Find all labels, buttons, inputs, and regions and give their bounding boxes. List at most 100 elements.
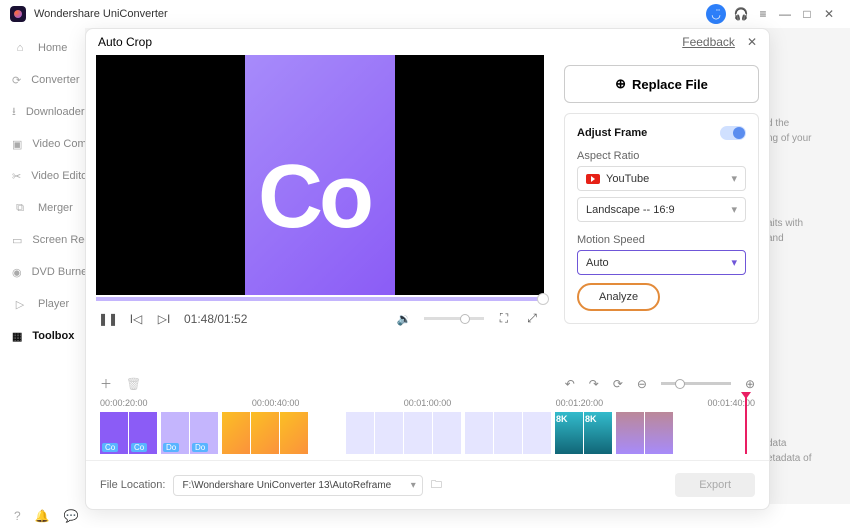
playback-controls: ❚❚ I◁ ▷I 01:48/01:52 🔉 ⛶ ⤢ (96, 301, 544, 336)
clip-thumb[interactable] (404, 412, 432, 454)
clip-thumb[interactable] (494, 412, 522, 454)
video-preview[interactable]: Co (96, 55, 544, 295)
refresh-button[interactable]: ⟳ (613, 377, 623, 391)
auto-crop-modal: Auto Crop Feedback ✕ Co ❚❚ I◁ ▷I 01:48/0… (85, 28, 770, 510)
playhead[interactable] (745, 392, 747, 454)
export-button[interactable]: Export (675, 473, 755, 497)
next-frame-button[interactable]: ▷I (156, 312, 172, 326)
delete-clip-button[interactable]: 🗑 (126, 377, 141, 391)
ratio-select[interactable]: Landscape -- 16:9 ▾ (577, 197, 746, 222)
aspect-ratio-label: Aspect Ratio (577, 150, 746, 162)
close-button[interactable]: ✕ (818, 3, 840, 25)
analyze-button[interactable]: Analyze (577, 283, 660, 311)
merge-icon: ⧉ (12, 200, 28, 216)
modal-close-button[interactable]: ✕ (747, 35, 757, 49)
scrubber[interactable] (96, 297, 544, 301)
clip-thumb[interactable] (645, 412, 673, 454)
scissors-icon: ✂ (12, 168, 21, 184)
headset-icon[interactable]: 🎧 (730, 3, 752, 25)
crop-frame[interactable]: Co (245, 55, 395, 295)
sidebar-item-converter[interactable]: ⟳Converter (0, 64, 85, 96)
help-icon[interactable]: ? (14, 509, 21, 523)
chevron-down-icon: ▾ (411, 480, 416, 491)
sidebar-item-toolbox[interactable]: ▦Toolbox (0, 320, 85, 352)
redo-button[interactable]: ↷ (589, 377, 599, 391)
clip-thumb[interactable] (375, 412, 403, 454)
timeline[interactable]: 00:00:20:00 00:00:40:00 00:01:00:00 00:0… (86, 392, 769, 460)
sidebar-item-downloader[interactable]: ⭳ Downloader (0, 96, 85, 128)
sidebar-item-home[interactable]: ⌂Home (0, 32, 85, 64)
snapshot-button[interactable]: ⛶ (496, 311, 512, 326)
motion-speed-select[interactable]: Auto ▾ (577, 250, 746, 275)
sidebar-item-merger[interactable]: ⧉ Merger (0, 192, 85, 224)
app-logo-icon (10, 6, 26, 22)
modal-header: Auto Crop Feedback ✕ (86, 29, 769, 55)
youtube-icon (586, 174, 600, 184)
sidebar-item-label: Downloader (26, 106, 85, 118)
toolbox-icon: ▦ (12, 328, 22, 344)
clip-thumb[interactable] (465, 412, 493, 454)
sidebar-item-editor[interactable]: ✂Video Editor (0, 160, 85, 192)
zoom-out-button[interactable]: ⊖ (637, 377, 647, 391)
clip-thumb[interactable] (222, 412, 250, 454)
browse-folder-button[interactable]: 🗀 (431, 476, 442, 495)
message-icon[interactable]: 💬 (64, 509, 79, 523)
zoom-slider[interactable] (661, 382, 731, 385)
adjust-frame-panel: Adjust Frame Aspect Ratio YouTube ▾ Land… (564, 113, 759, 324)
sidebar-item-label: Player (38, 298, 69, 310)
modal-title: Auto Crop (98, 35, 152, 49)
sidebar-item-label: Converter (31, 74, 79, 86)
clip-thumb[interactable]: Co (100, 412, 128, 454)
add-clip-button[interactable]: ＋ (100, 375, 112, 392)
time-mark: 00:01:20:00 (556, 398, 604, 408)
clip-thumb[interactable] (280, 412, 308, 454)
user-avatar-icon[interactable]: ◡̈ (706, 4, 726, 24)
home-icon: ⌂ (12, 40, 28, 56)
clip-thumb[interactable]: Do (190, 412, 218, 454)
preview-content: Co (258, 146, 370, 249)
feedback-link[interactable]: Feedback (682, 35, 735, 49)
clip-thumb[interactable]: 8K (584, 412, 612, 454)
clip-thumb[interactable] (346, 412, 374, 454)
plus-icon: ⊕ (615, 76, 626, 92)
platform-select[interactable]: YouTube ▾ (577, 166, 746, 191)
undo-button[interactable]: ↶ (565, 377, 575, 391)
chevron-down-icon: ▾ (731, 256, 737, 269)
platform-value: YouTube (606, 173, 649, 185)
bell-icon[interactable]: 🔔 (35, 509, 50, 523)
maximize-button[interactable]: □ (796, 3, 818, 25)
fullscreen-button[interactable]: ⤢ (524, 311, 540, 326)
sidebar-item-compressor[interactable]: ▣Video Compressor (0, 128, 85, 160)
motion-speed-label: Motion Speed (577, 234, 746, 246)
minimize-button[interactable]: — (774, 3, 796, 25)
zoom-in-button[interactable]: ⊕ (745, 377, 755, 391)
hamburger-icon[interactable]: ≡ (752, 3, 774, 25)
clip-thumb[interactable]: Co (129, 412, 157, 454)
replace-file-button[interactable]: ⊕ Replace File (564, 65, 759, 103)
download-icon: ⭳ (12, 104, 16, 120)
settings-panel: ⊕ Replace File Adjust Frame Aspect Ratio… (554, 55, 769, 371)
app-title: Wondershare UniConverter (34, 8, 168, 20)
clip-thumb[interactable] (523, 412, 551, 454)
prev-frame-button[interactable]: I◁ (128, 312, 144, 326)
screen-icon: ▭ (12, 232, 22, 248)
chevron-down-icon: ▾ (731, 203, 737, 216)
sidebar-item-dvd[interactable]: ◉DVD Burner (0, 256, 85, 288)
clip-thumb[interactable] (433, 412, 461, 454)
time-mark: 00:00:20:00 (100, 398, 148, 408)
volume-icon[interactable]: 🔉 (396, 312, 412, 326)
timeline-ruler: 00:00:20:00 00:00:40:00 00:01:00:00 00:0… (100, 398, 755, 408)
clip-thumb[interactable]: Do (161, 412, 189, 454)
sidebar-item-recorder[interactable]: ▭Screen Recorder (0, 224, 85, 256)
time-mark: 00:01:40:00 (707, 398, 755, 408)
sidebar-item-player[interactable]: ▷Player (0, 288, 85, 320)
clip-thumb[interactable] (616, 412, 644, 454)
adjust-frame-toggle[interactable] (720, 126, 746, 140)
sidebar-item-label: Merger (38, 202, 73, 214)
clip-thumb[interactable]: 8K (555, 412, 583, 454)
clip-thumb[interactable] (251, 412, 279, 454)
volume-slider[interactable] (424, 317, 484, 320)
pause-button[interactable]: ❚❚ (100, 312, 116, 326)
file-path-select[interactable]: F:\Wondershare UniConverter 13\AutoRefra… (173, 475, 422, 496)
timeline-clips[interactable]: CoCo DoDo 8K8K (100, 412, 755, 454)
